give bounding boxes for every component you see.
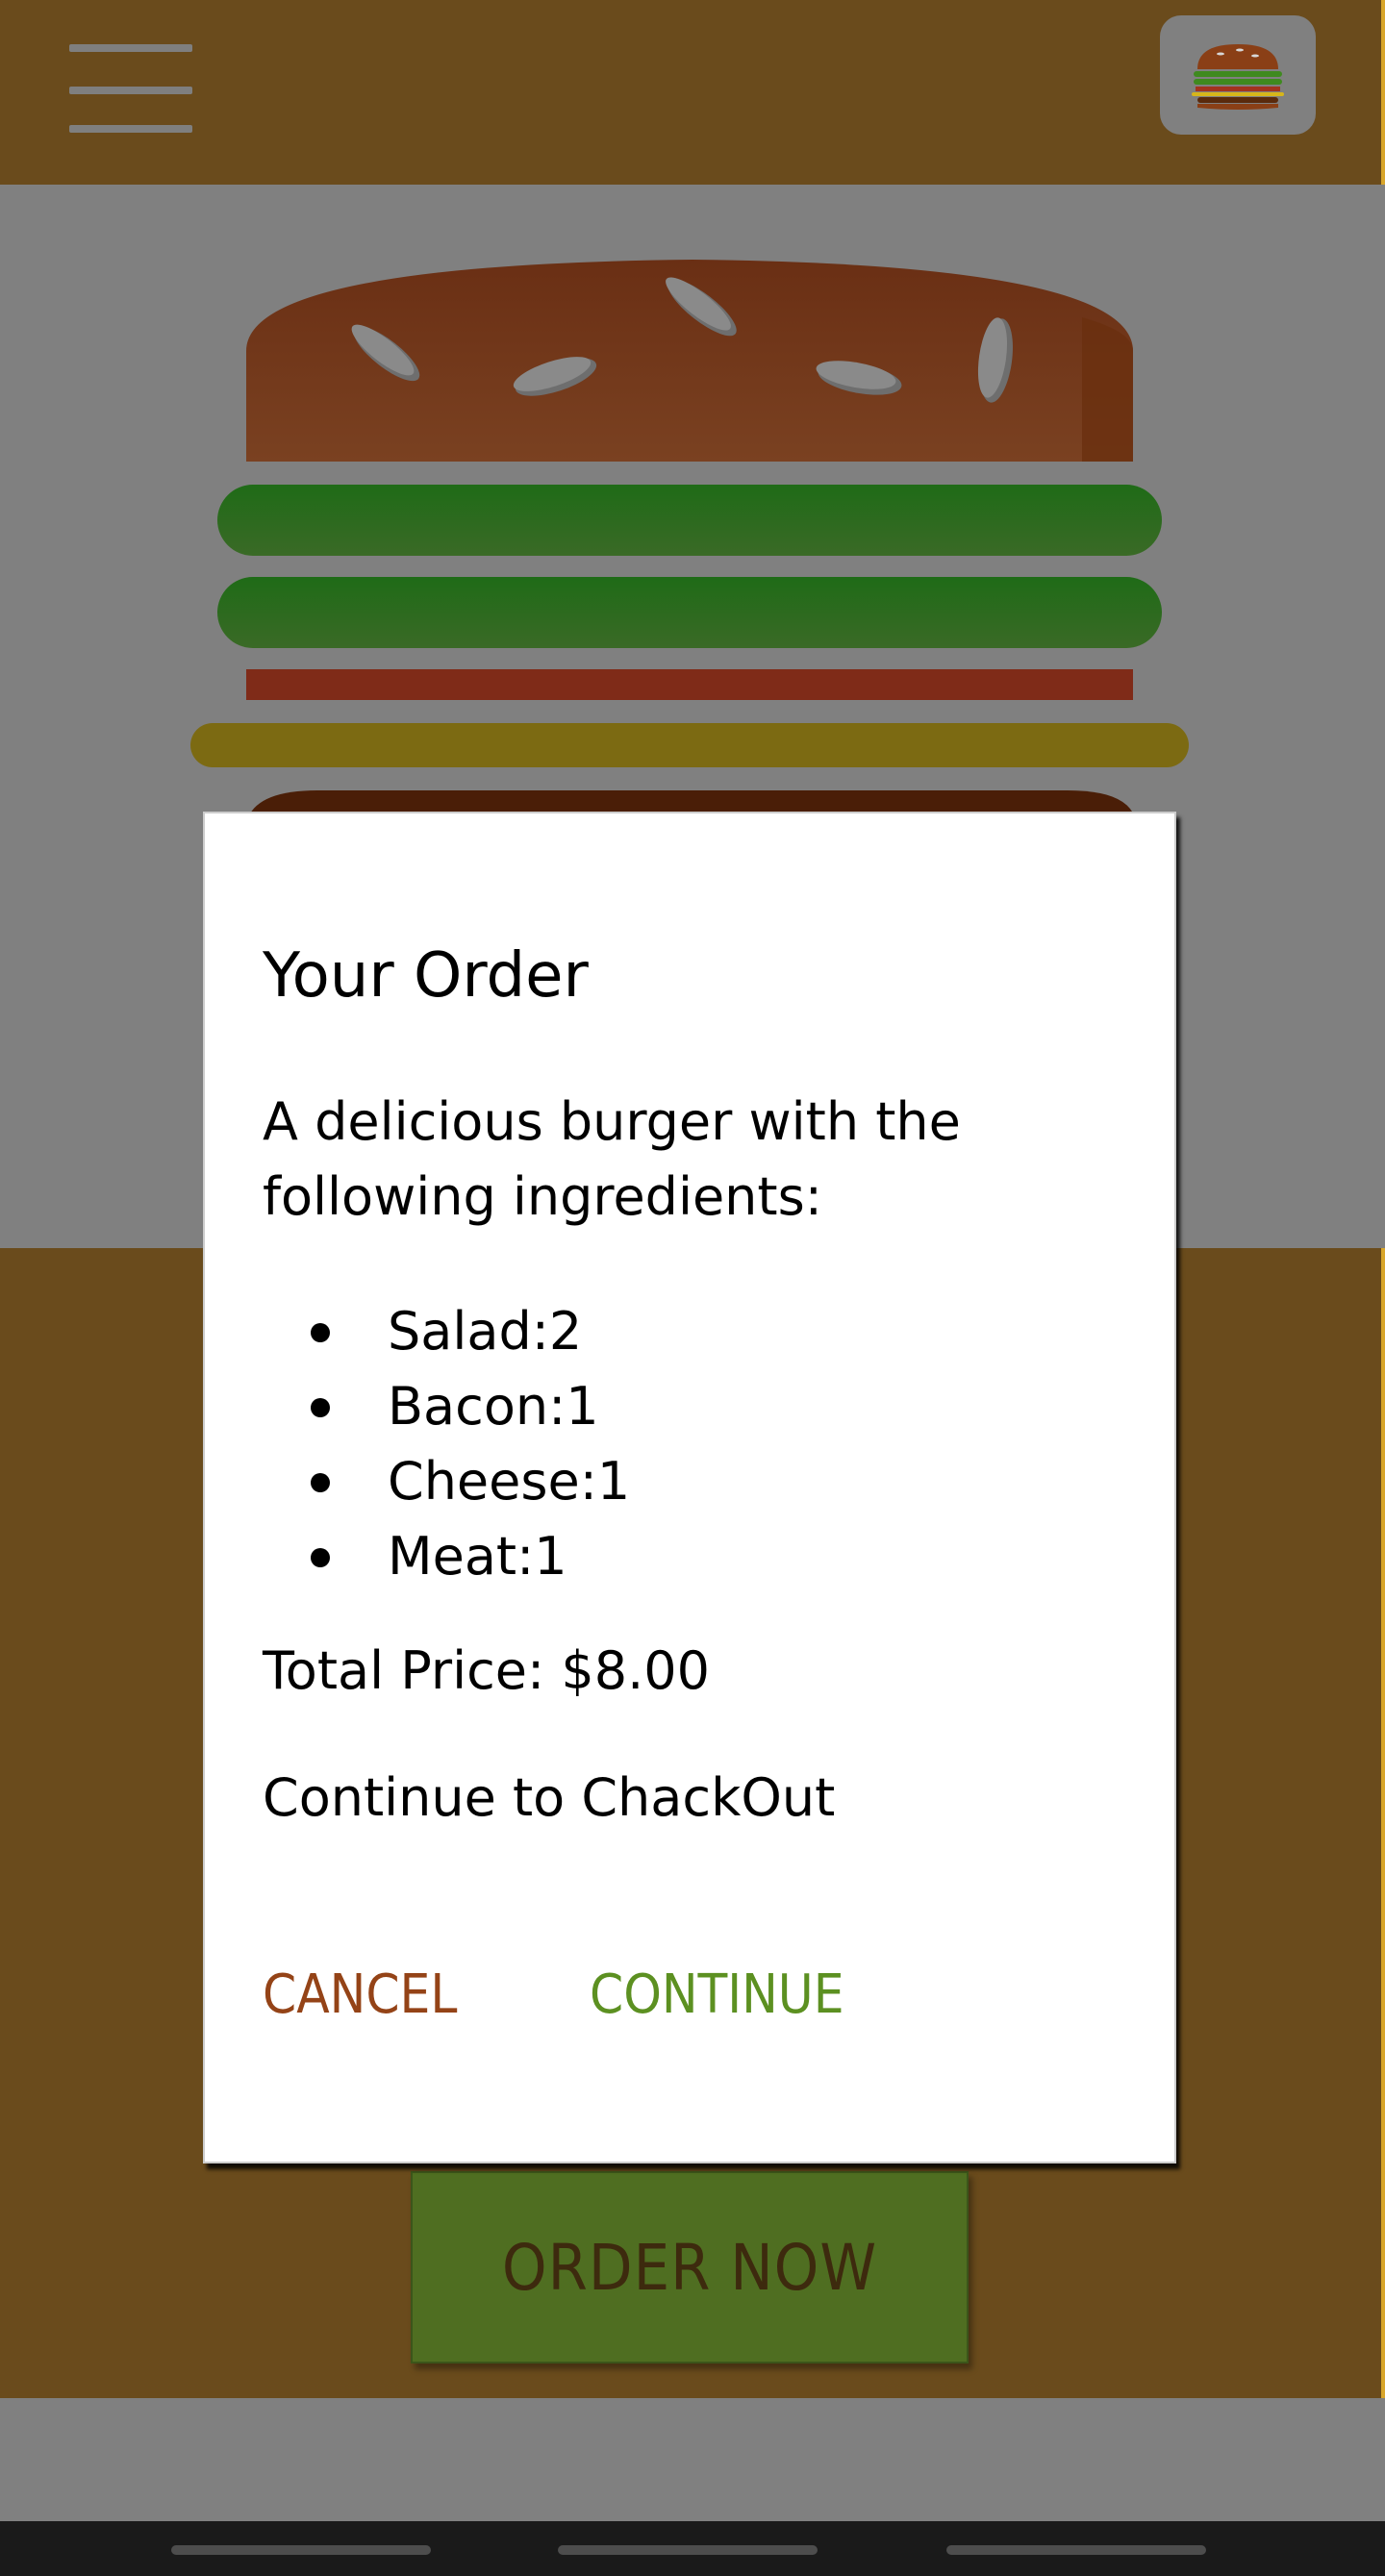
- cheese-layer: [190, 723, 1189, 767]
- modal-title: Your Order: [263, 940, 589, 1012]
- list-item: Meat:1: [311, 1519, 630, 1594]
- bacon-layer: [246, 669, 1133, 700]
- salad-layer: [217, 577, 1162, 648]
- ingredient-list: Salad:2 Bacon:1 Cheese:1 Meat:1: [311, 1294, 630, 1594]
- nav-recents-icon[interactable]: [946, 2545, 1206, 2555]
- continue-button[interactable]: CONTINUE: [590, 1963, 844, 2026]
- list-item: Bacon:1: [311, 1369, 630, 1444]
- order-summary-modal: Your Order A delicious burger with the f…: [203, 812, 1176, 2163]
- cancel-button[interactable]: CANCEL: [263, 1963, 457, 2026]
- list-item: Salad:2: [311, 1294, 630, 1369]
- continue-prompt: Continue to ChackOut: [263, 1767, 836, 1828]
- total-price: Total Price: $8.00: [263, 1640, 710, 1701]
- controls-accent-edge: [1381, 1248, 1385, 2398]
- bread-top: [246, 260, 1133, 462]
- footer-strip: [0, 2398, 1385, 2521]
- list-item: Cheese:1: [311, 1444, 630, 1519]
- nav-home-icon[interactable]: [558, 2545, 818, 2555]
- system-navigation-bar: [0, 2521, 1385, 2576]
- salad-layer: [217, 485, 1162, 556]
- order-description: A delicious burger with the following in…: [263, 1091, 961, 1227]
- order-now-button[interactable]: ORDER NOW: [411, 2171, 969, 2363]
- nav-back-icon[interactable]: [171, 2545, 431, 2555]
